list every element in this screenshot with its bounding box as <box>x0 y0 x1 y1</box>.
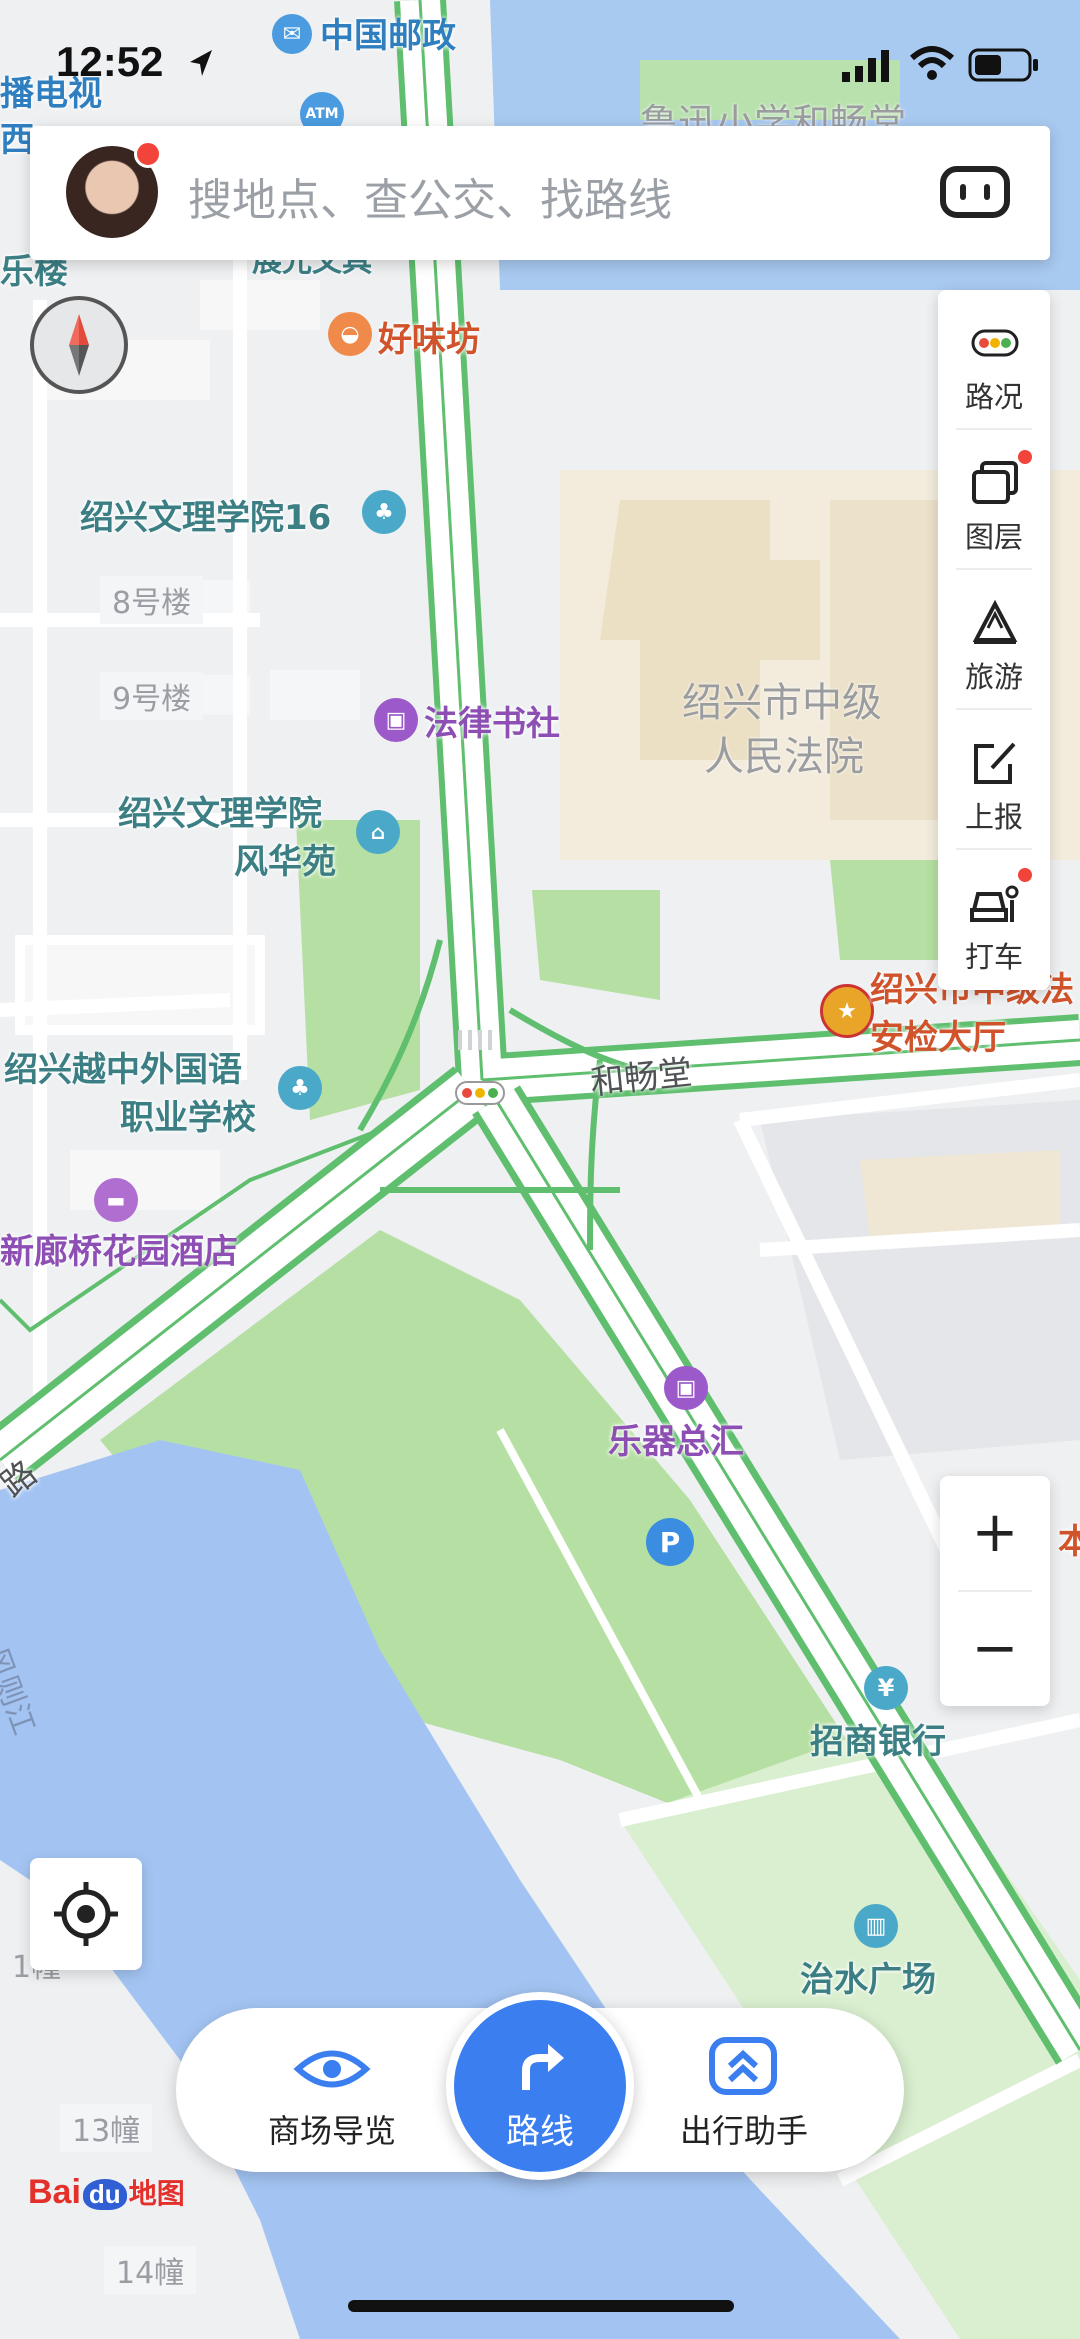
parking-icon[interactable]: P <box>646 1518 694 1566</box>
zoom-out-button[interactable]: − <box>940 1592 1050 1706</box>
crosshair-icon <box>54 1882 118 1946</box>
travel-label: 旅游 <box>964 660 1023 694</box>
label-right-cut: 本 <box>1058 1522 1080 1562</box>
poi-school-line1[interactable]: 绍兴越中外国语 <box>4 1042 242 1091</box>
logo-du: du <box>82 2179 127 2210</box>
travel-assistant-icon <box>709 2037 777 2095</box>
layers-badge <box>1018 450 1032 464</box>
route-arrow-icon <box>522 2044 564 2090</box>
compass-button[interactable] <box>30 296 128 394</box>
travel-button[interactable]: 旅游 <box>938 570 1050 710</box>
shopping-bag-icon[interactable]: ▣ <box>374 698 418 742</box>
zoom-in-button[interactable]: + <box>940 1476 1050 1590</box>
label-fenghua-line1[interactable]: 绍兴文理学院 <box>118 786 322 835</box>
residence-icon[interactable]: ⌂ <box>356 810 400 854</box>
avatar-badge <box>134 140 162 168</box>
court-green-2 <box>830 860 940 960</box>
travel-assistant-label: 出行助手 <box>679 2112 808 2150</box>
poi-plaza[interactable]: 治水广场 <box>800 1952 936 2001</box>
locate-button[interactable] <box>30 1858 142 1970</box>
user-avatar[interactable] <box>66 140 162 238</box>
label-building8: 8号楼 <box>100 576 204 624</box>
search-input[interactable]: 搜地点、查公交、找路线 <box>188 164 672 228</box>
poi-college16[interactable]: 绍兴文理学院16 <box>80 490 331 539</box>
voice-assistant-icon[interactable] <box>940 166 1010 218</box>
mall-guide-label: 商场导览 <box>267 2112 396 2150</box>
right-toolbar: 路况 图层 旅游 上报 打车 <box>938 290 1050 990</box>
label-building9: 9号楼 <box>100 672 204 720</box>
poi-restaurant[interactable]: 好味坊 <box>378 312 480 361</box>
poi-security-line2[interactable]: 安检大厅 <box>870 1010 1006 1059</box>
logo-map: 地图 <box>128 2177 185 2210</box>
poi-post-office[interactable]: 中国邮政 <box>320 8 456 57</box>
shopping-bag-icon-2[interactable]: ▣ <box>664 1366 708 1410</box>
location-arrow-icon <box>190 50 212 76</box>
route-button[interactable]: 路线 <box>446 1992 634 2180</box>
taxi-button[interactable]: 打车 <box>938 850 1050 990</box>
status-time: 12:52 <box>56 38 164 85</box>
signal-icon <box>842 50 889 82</box>
label-building14: 14幢 <box>104 2246 197 2294</box>
layers-label: 图层 <box>964 520 1023 554</box>
poi-hotel[interactable]: 新廊桥花园酒店 <box>0 1224 238 1273</box>
eye-icon <box>293 2050 371 2088</box>
taxi-badge <box>1018 868 1032 882</box>
taxi-icon <box>970 885 1019 922</box>
poi-school-line2[interactable]: 职业学校 <box>120 1090 256 1139</box>
travel-icon <box>972 599 1018 644</box>
search-bar[interactable]: 搜地点、查公交、找路线 <box>30 126 1050 260</box>
travel-assistant-button[interactable]: 出行助手 <box>644 2008 844 2172</box>
traffic-button[interactable]: 路况 <box>938 290 1050 430</box>
poi-west-cut[interactable]: 西 <box>0 112 34 161</box>
taxi-label: 打车 <box>964 940 1023 974</box>
poi-bookstore[interactable]: 法律书社 <box>424 696 560 745</box>
school-icon[interactable]: ♣ <box>278 1066 322 1110</box>
layers-button[interactable]: 图层 <box>938 430 1050 570</box>
restaurant-icon[interactable]: ◒ <box>328 312 372 356</box>
report-label: 上报 <box>964 800 1023 834</box>
label-building13: 13幢 <box>60 2104 153 2152</box>
label-court-line2: 人民法院 <box>704 734 864 780</box>
mall-guide-button[interactable]: 商场导览 <box>232 2008 432 2172</box>
report-edit-icon <box>974 742 1016 784</box>
label-court-line1: 绍兴市中级 <box>682 680 882 726</box>
traffic-light-icon <box>971 329 1019 357</box>
court-emblem-icon[interactable]: ★ <box>820 984 874 1038</box>
wifi-icon <box>909 46 955 80</box>
compass-icon <box>69 314 89 376</box>
logo-bai: Bai <box>28 2173 81 2211</box>
hotel-bed-icon[interactable]: ▬ <box>94 1178 138 1222</box>
traffic-label: 路况 <box>964 380 1023 414</box>
post-office-icon[interactable]: ✉ <box>272 14 312 54</box>
report-button[interactable]: 上报 <box>938 710 1050 850</box>
poi-music[interactable]: 乐器总汇 <box>608 1414 744 1463</box>
label-fenghua-line2[interactable]: 风华苑 <box>234 834 336 883</box>
route-label: 路线 <box>506 2112 574 2152</box>
plaza-icon[interactable]: ▥ <box>854 1904 898 1948</box>
home-indicator[interactable] <box>348 2300 734 2312</box>
poi-bank[interactable]: 招商银行 <box>810 1714 946 1763</box>
layers-icon <box>972 461 1018 504</box>
baidu-map-logo: Bai du 地图 <box>28 2172 185 2212</box>
zoom-control: + − <box>940 1476 1050 1706</box>
park-tree-icon[interactable]: ♣ <box>362 490 406 534</box>
bank-yen-icon[interactable]: ¥ <box>864 1666 908 1710</box>
battery-icon <box>968 48 1038 82</box>
